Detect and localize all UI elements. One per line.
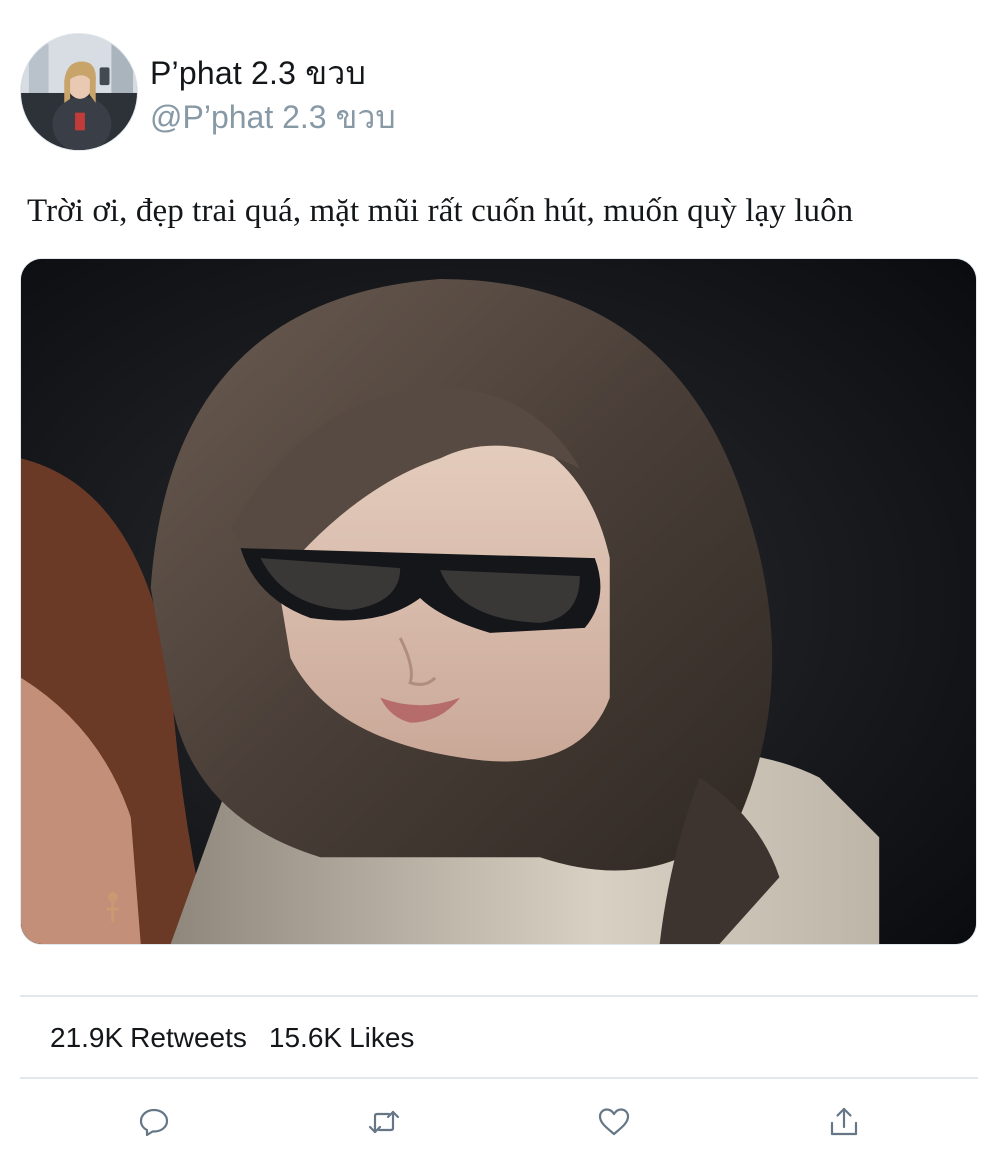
tweet-actions [0, 1100, 992, 1150]
likes-label: Likes [349, 1022, 415, 1053]
retweet-button[interactable] [362, 1100, 406, 1144]
tweet-stats: 21.9K Retweets 15.6K Likes [50, 1022, 428, 1054]
avatar-photo [21, 34, 137, 150]
retweet-icon [368, 1110, 400, 1134]
divider [20, 995, 978, 997]
tweet-card: P’phat 2.3 ขวบ @P’phat 2.3 ขวบ Trời ơi, … [0, 0, 992, 1159]
divider [20, 1077, 978, 1079]
tweet-text: Trời ơi, đẹp trai quá, mặt mũi rất cuốn … [27, 193, 854, 229]
share-button[interactable] [822, 1100, 866, 1144]
reply-button[interactable] [132, 1100, 176, 1144]
like-icon [598, 1108, 630, 1136]
likes-stat[interactable]: 15.6K Likes [269, 1022, 415, 1054]
reply-icon [139, 1108, 169, 1137]
retweets-stat[interactable]: 21.9K Retweets [50, 1022, 247, 1054]
photo-image [21, 259, 976, 944]
tweet-media-photo[interactable] [20, 258, 977, 945]
like-button[interactable] [592, 1100, 636, 1144]
user-handle[interactable]: @P’phat 2.3 ขวบ [150, 92, 396, 143]
retweets-label: Retweets [130, 1022, 247, 1053]
likes-count: 15.6K [268, 1022, 343, 1053]
share-icon [830, 1107, 858, 1136]
avatar[interactable] [20, 33, 138, 151]
retweets-count: 21.9K [50, 1022, 124, 1053]
